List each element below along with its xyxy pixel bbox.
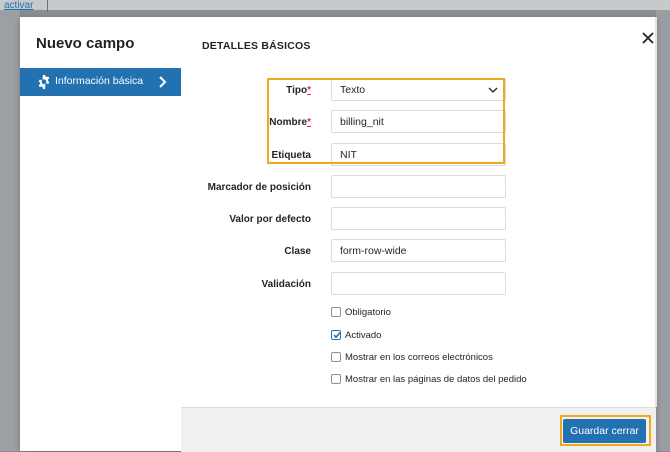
modal-footer: Guardar cerrar xyxy=(181,407,656,452)
show-in-emails-checkbox[interactable] xyxy=(331,352,341,362)
tipo-label: Tipo* xyxy=(286,85,311,96)
background-divider xyxy=(47,0,48,12)
placeholder-label: Marcador de posición xyxy=(207,182,311,193)
background-right-column xyxy=(656,10,670,451)
sidebar-item-basic-info[interactable]: Información básica xyxy=(20,68,181,96)
default-value-input[interactable] xyxy=(331,207,506,230)
validation-input[interactable] xyxy=(331,272,506,295)
enabled-checkbox[interactable] xyxy=(331,330,341,340)
class-label: Clase xyxy=(284,246,311,257)
new-field-modal: Nuevo campo Información básica DETALLES … xyxy=(20,17,657,452)
tipo-select[interactable]: Texto xyxy=(331,78,506,101)
required-checkbox[interactable] xyxy=(331,307,341,317)
scrollbar[interactable] xyxy=(655,17,657,407)
gear-icon xyxy=(38,75,50,89)
chevron-down-icon xyxy=(488,87,498,93)
show-in-emails-label: Mostrar en los correos electrónicos xyxy=(345,352,493,363)
validation-label: Validación xyxy=(261,279,311,290)
close-icon[interactable] xyxy=(641,31,655,45)
class-input[interactable]: form-row-wide xyxy=(331,239,506,262)
modal-sidebar: Nuevo campo Información básica xyxy=(20,17,182,451)
etiqueta-label: Etiqueta xyxy=(271,150,311,161)
section-title: DETALLES BÁSICOS xyxy=(202,40,311,52)
save-close-button[interactable]: Guardar cerrar xyxy=(563,419,646,443)
checkmark-icon xyxy=(333,331,341,339)
default-value-label: Valor por defecto xyxy=(229,214,311,225)
background-left-column xyxy=(0,10,21,451)
show-in-order-pages-label: Mostrar en las páginas de datos del pedi… xyxy=(345,374,527,385)
background-strip xyxy=(0,0,670,10)
chevron-right-icon xyxy=(159,76,167,88)
sidebar-item-label: Información básica xyxy=(55,75,144,87)
nombre-label: Nombre* xyxy=(269,117,311,128)
modal-content: DETALLES BÁSICOS Tipo* Texto Nombre* bil… xyxy=(181,17,657,452)
enabled-checkbox-label: Activado xyxy=(345,330,382,341)
required-checkbox-label: Obligatorio xyxy=(345,307,391,318)
show-in-order-pages-checkbox[interactable] xyxy=(331,374,341,384)
etiqueta-input[interactable]: NIT xyxy=(331,143,506,166)
nombre-input[interactable]: billing_nit xyxy=(331,110,506,133)
placeholder-input[interactable] xyxy=(331,175,506,198)
modal-title: Nuevo campo xyxy=(36,35,135,52)
